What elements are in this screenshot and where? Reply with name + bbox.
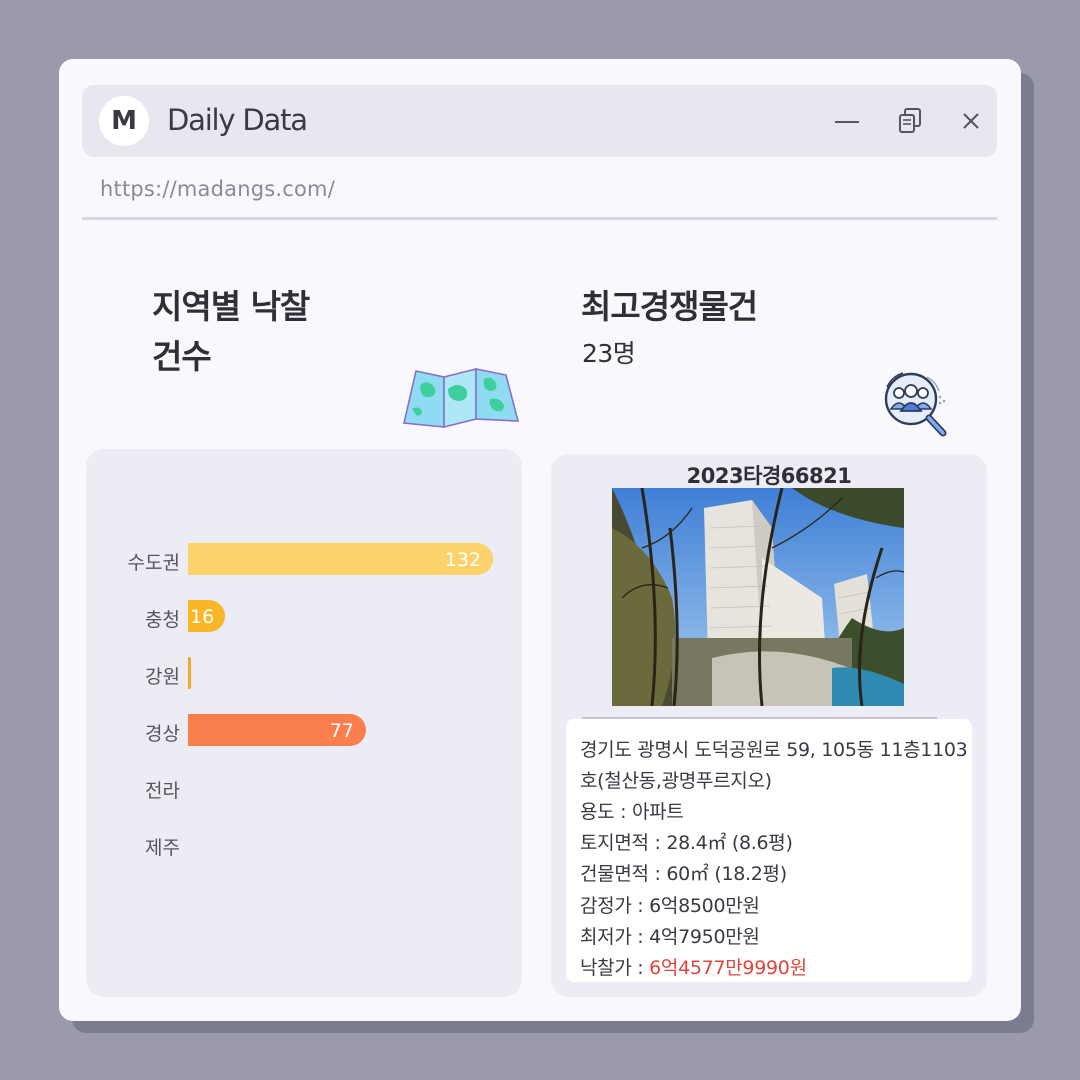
bar-row-2: 강원 — [86, 657, 526, 691]
app-window: M Daily Data https://madangs.com/ 지역별 낙찰 — [59, 59, 1021, 1021]
region-chart-panel: 수도권 132 충청 16 강원경상 77 전라제주 — [86, 449, 522, 997]
address-line1: 경기도 광명시 도덕공원로 59, 105동 11층1103 — [580, 739, 968, 761]
close-icon — [963, 113, 979, 129]
region-title-line2: 건수 — [152, 337, 212, 376]
bar-label-5: 제주 — [145, 837, 180, 859]
region-bar-chart: 수도권 132 충청 16 강원경상 77 전라제주 — [86, 449, 522, 997]
property-panel: 2023타경66821 경기도 광명시 도덕공원로 59, 105동 11층11… — [551, 454, 987, 997]
restore-icon — [899, 108, 921, 133]
winning-bid-row: 낙찰가 : 6억4577만9990원 — [580, 953, 807, 980]
title-bar: M Daily Data — [82, 85, 997, 157]
bar-value-label-0: 132 — [444, 549, 481, 571]
apartment-photo-image — [612, 488, 904, 706]
appraisal-value: 6억8500만원 — [649, 895, 760, 917]
minimum-price-label: 최저가 : — [580, 926, 650, 948]
bar-row-3: 경상 77 — [86, 714, 526, 748]
bar-row-5: 제주 — [86, 828, 526, 862]
region-title-line1: 지역별 낙찰 — [152, 287, 310, 326]
bar-label-2: 강원 — [145, 666, 180, 688]
bar-value-label-1: 16 — [190, 606, 215, 628]
case-number[interactable]: 2023타경66821 — [551, 460, 987, 490]
winning-bid-value: 6억4577만9990원 — [649, 957, 807, 979]
bar-label-4: 전라 — [145, 780, 180, 802]
search-people-icon — [884, 372, 947, 437]
url-bar[interactable]: https://madangs.com/ — [100, 177, 335, 201]
map-icon — [403, 367, 520, 429]
usage-label: 용도 : — [580, 801, 632, 823]
minimize-button[interactable] — [830, 104, 864, 138]
bar-label-1: 충청 — [145, 609, 180, 631]
land-area-label: 토지면적 : — [580, 832, 667, 854]
winning-bid-label: 낙찰가 : — [580, 957, 650, 979]
header-divider — [82, 217, 997, 220]
bar-row-0: 수도권 132 — [86, 543, 526, 577]
top-competition-title: 최고경쟁물건 — [581, 287, 758, 326]
minimize-icon — [835, 121, 859, 123]
appraisal-label: 감정가 : — [580, 895, 650, 917]
bar-row-4: 전라 — [86, 771, 526, 805]
building-area-label: 건물면적 : — [580, 863, 667, 885]
usage-row: 용도 : 아파트 — [580, 797, 684, 824]
property-photo[interactable] — [612, 488, 904, 706]
bar-2[interactable] — [188, 657, 191, 689]
bar-value-label-3: 77 — [329, 720, 354, 742]
bar-row-1: 충청 16 — [86, 600, 526, 634]
minimum-price-value: 4억7950만원 — [649, 926, 760, 948]
close-button[interactable] — [954, 104, 988, 138]
bar-label-3: 경상 — [145, 723, 180, 745]
property-info-box: 경기도 광명시 도덕공원로 59, 105동 11층1103 호(철산동,광명푸… — [566, 719, 972, 982]
restore-button[interactable] — [894, 104, 928, 138]
top-competition-count: 23명 — [582, 339, 636, 368]
app-logo: M — [99, 96, 149, 146]
app-title: Daily Data — [167, 103, 308, 137]
address-line2: 호(철산동,광명푸르지오) — [580, 770, 772, 792]
minimum-price-row: 최저가 : 4억7950만원 — [580, 922, 760, 949]
building-area-row: 건물면적 : 60㎡ (18.2평) — [580, 859, 787, 886]
land-area-row: 토지면적 : 28.4㎡ (8.6평) — [580, 828, 793, 855]
bar-label-0: 수도권 — [127, 552, 180, 574]
land-area-value: 28.4㎡ (8.6평) — [666, 832, 793, 854]
usage-value: 아파트 — [631, 801, 684, 823]
building-area-value: 60㎡ (18.2평) — [666, 863, 787, 885]
appraisal-row: 감정가 : 6억8500만원 — [580, 891, 760, 918]
region-title: 지역별 낙찰 건수 — [152, 282, 310, 382]
